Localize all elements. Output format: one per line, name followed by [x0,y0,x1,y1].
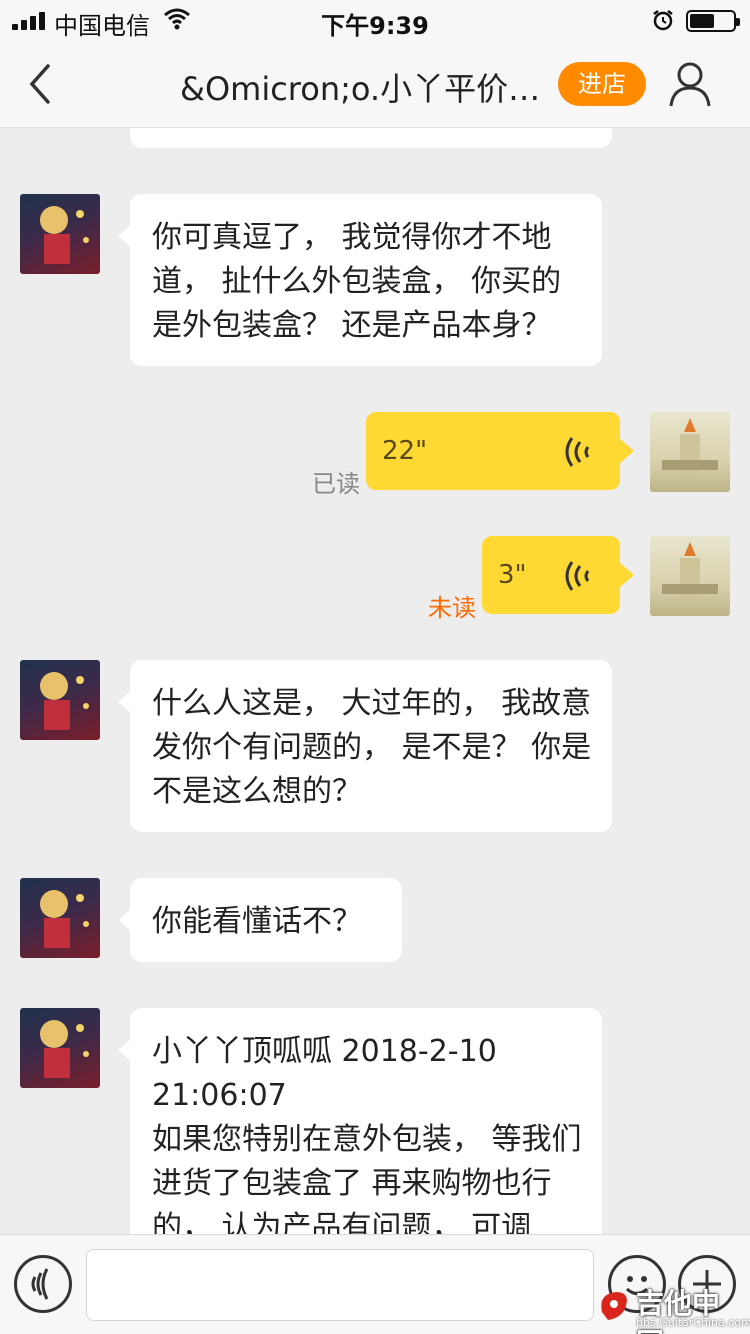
avatar-illustration [40,890,89,948]
voice-duration: 3" [498,560,527,590]
message-text: 如果您特别在意外包装， 等我们进货了包装盒了 再来购物也行的， 认为产品有问题，… [152,1122,582,1234]
user-profile-icon[interactable] [668,60,712,108]
my-avatar[interactable] [650,536,730,616]
avatar-illustration [40,672,89,730]
battery-icon [686,10,740,32]
message-text: 你可真逗了， 我觉得你才不地道， 扯什么外包装盒， 你买的是外包装盒？ 还是产品… [152,220,562,343]
avatar-illustration [40,206,89,264]
message-input[interactable] [86,1249,594,1321]
voice-wave-icon [565,561,590,591]
voice-duration: 22" [382,436,428,466]
message-bubble: 你能看懂话不？ [118,878,402,962]
message-text: 你能看懂话不？ [152,904,362,939]
avatar[interactable] [20,1008,100,1088]
enter-shop-button[interactable]: 进店 [558,62,646,106]
avatar-illustration [662,542,718,598]
avatar[interactable] [20,878,100,958]
avatar-illustration [40,1020,89,1078]
message-bubble-partial [130,128,612,148]
status-time: 下午9:39 [321,12,429,40]
read-status: 已读 [312,470,360,498]
avatar[interactable] [20,194,100,274]
my-avatar[interactable] [650,412,730,492]
page-title: &Omicron;o.小丫平价… [180,70,541,108]
message-bubble: 什么人这是， 大过年的， 我故意发你个有问题的， 是不是？ 你是不是这么想的？ [118,660,612,832]
voice-icon [31,1268,49,1300]
unread-status: 未读 [428,594,476,622]
watermark-url: bbs.GuitarChina.com [636,1316,750,1329]
chat-area[interactable]: 你可真逗了， 我觉得你才不地道， 扯什么外包装盒， 你买的是外包装盒？ 还是产品… [0,128,750,1234]
quoted-header: 小丫丫顶呱呱 2018-2-10 21:06:07 [152,1034,497,1113]
site-watermark: 吉他中国 bbs.GuitarChina.com [596,1282,750,1334]
watermark-logo-icon [601,1292,627,1320]
message-bubble: 你可真逗了， 我觉得你才不地道， 扯什么外包装盒， 你买的是外包装盒？ 还是产品… [118,194,602,366]
nav-bar: &Omicron;o.小丫平价… 进店 [0,40,750,128]
message-text: 什么人这是， 大过年的， 我故意发你个有问题的， 是不是？ 你是不是这么想的？ [152,686,592,809]
alarm-icon [653,10,673,31]
avatar[interactable] [20,660,100,740]
back-icon[interactable] [22,62,62,106]
voice-wave-icon [565,437,590,467]
status-bar: 中国电信 下午9:39 [0,0,750,40]
message-bubble: 小丫丫顶呱呱 2018-2-10 21:06:07 如果您特别在意外包装， 等我… [118,1008,602,1234]
voice-message[interactable]: 3" [482,536,634,614]
voice-input-button[interactable] [14,1255,72,1313]
avatar-illustration [662,418,718,474]
voice-message[interactable]: 22" [366,412,634,490]
